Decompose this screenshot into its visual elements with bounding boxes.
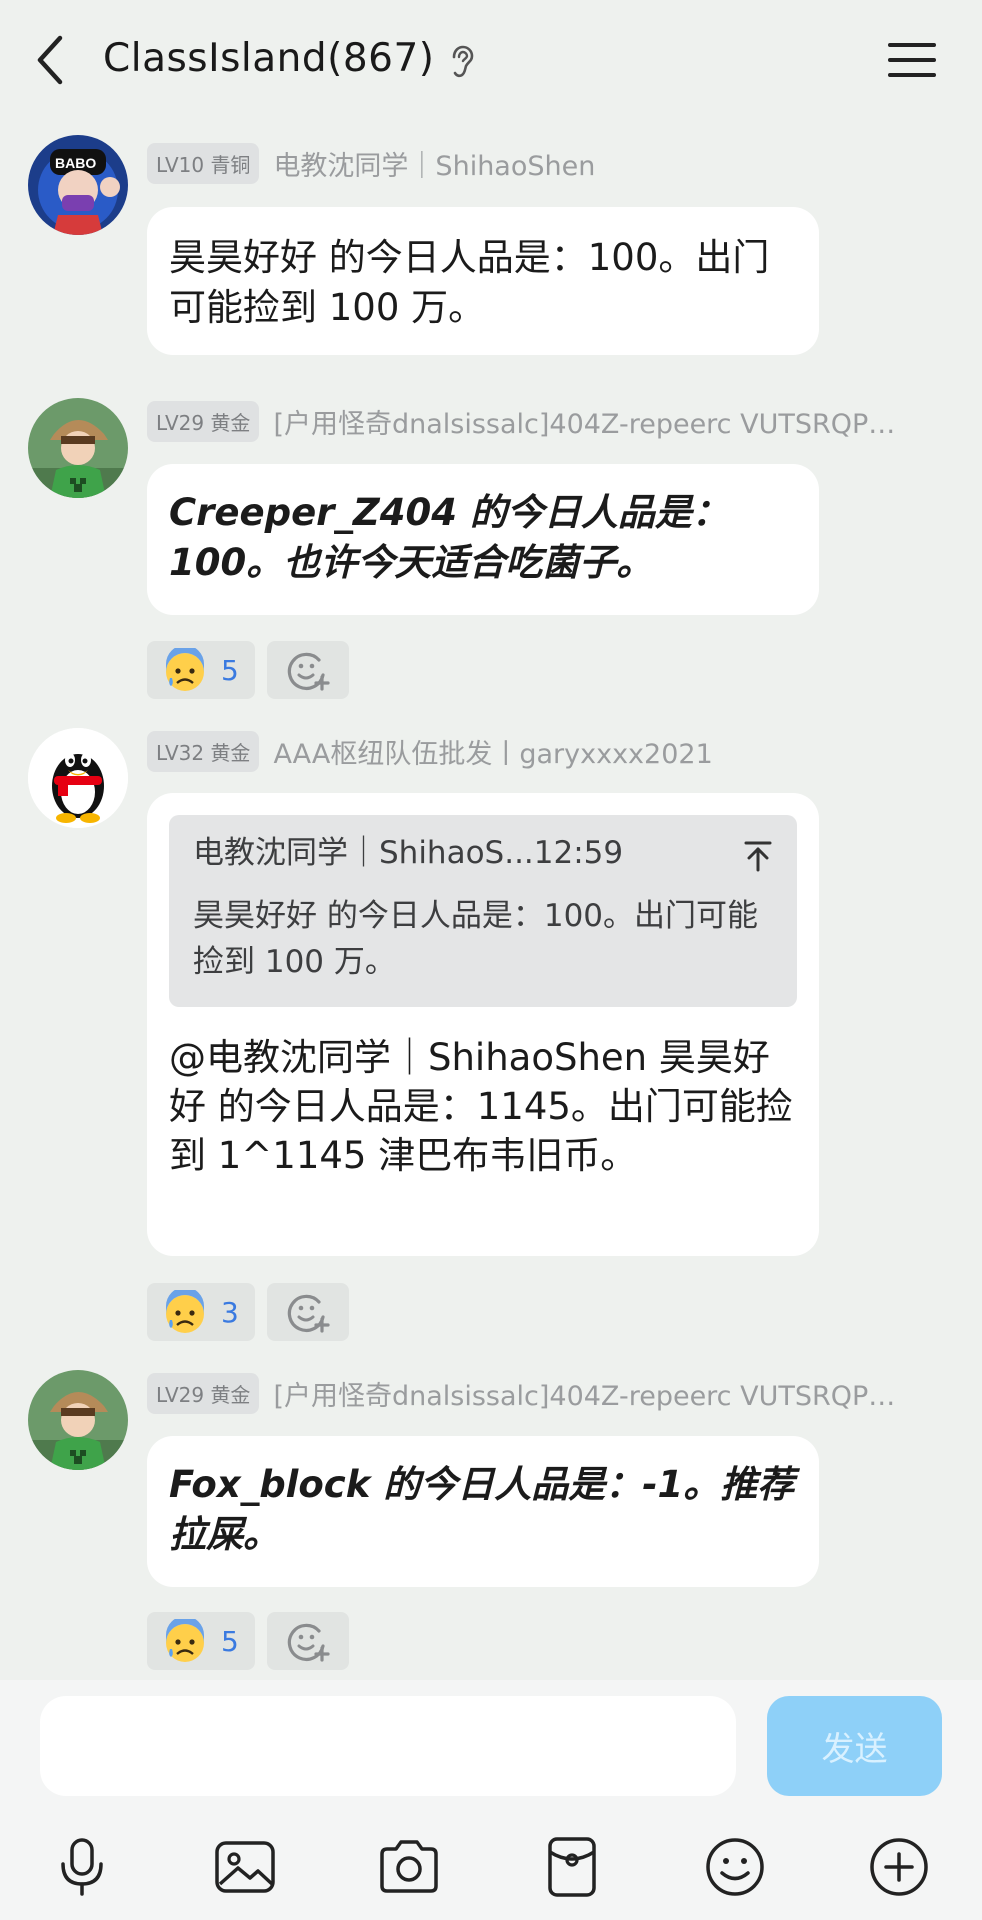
sender-meta: LV29 黄金 [户用怪奇dnalsissalc]404Z-repeerc VU… bbox=[147, 1372, 895, 1414]
reactions: 3 bbox=[147, 1283, 349, 1341]
plus-icon[interactable] bbox=[866, 1834, 932, 1900]
chat-title[interactable]: ClassIsland(867) bbox=[103, 36, 435, 81]
message-bubble[interactable]: Creeper_Z404 的今日人品是：100。也许今天适合吃菌子。 bbox=[147, 464, 819, 615]
level-badge: LV29 黄金 bbox=[147, 1372, 260, 1414]
red-packet-icon[interactable] bbox=[539, 1834, 605, 1900]
avatar[interactable] bbox=[28, 398, 128, 498]
anxious-face-icon bbox=[166, 1290, 204, 1333]
reaction-count: 5 bbox=[221, 1624, 239, 1658]
message-text: 昊昊好好 的今日人品是：100。出门可能捡到 100 万。 bbox=[169, 236, 770, 329]
reactions: 5 bbox=[147, 641, 349, 699]
message-input[interactable] bbox=[40, 1696, 736, 1796]
reaction-pill[interactable]: 5 bbox=[147, 1612, 255, 1670]
emoji-icon[interactable] bbox=[702, 1834, 768, 1900]
sender-name[interactable]: [户用怪奇dnalsissalc]404Z-repeerc VUTSRQP… bbox=[273, 1374, 895, 1413]
image-icon[interactable] bbox=[212, 1834, 278, 1900]
quote-header: 电教沈同学｜ShihaoS...12:59 bbox=[193, 835, 624, 871]
add-reaction-button[interactable] bbox=[266, 641, 349, 699]
quote-text: 昊昊好好 的今日人品是：100。出门可能捡到 100 万。 bbox=[193, 898, 759, 980]
level-badge: LV32 黄金 bbox=[147, 730, 260, 772]
anxious-face-icon bbox=[166, 648, 204, 691]
menu-icon[interactable] bbox=[888, 40, 936, 80]
input-area: 发送 bbox=[0, 1680, 982, 1812]
level-badge: LV29 黄金 bbox=[147, 400, 260, 442]
anxious-face-icon bbox=[166, 1619, 204, 1662]
microphone-icon[interactable] bbox=[49, 1834, 115, 1900]
add-reaction-icon bbox=[287, 1294, 330, 1333]
reaction-pill[interactable]: 5 bbox=[147, 641, 255, 699]
reaction-count: 5 bbox=[221, 653, 239, 687]
message-bubble[interactable]: Fox_block 的今日人品是：-1。推荐拉屎。 bbox=[147, 1436, 819, 1587]
sender-meta: LV29 黄金 [户用怪奇dnalsissalc]404Z-repeerc VU… bbox=[147, 400, 895, 442]
sender-meta: LV32 黄金 AAA枢纽队伍批发丨garyxxxx2021 bbox=[147, 730, 713, 772]
reaction-pill[interactable]: 3 bbox=[147, 1283, 255, 1341]
chevron-left-icon[interactable] bbox=[30, 30, 76, 90]
input-toolbar bbox=[0, 1812, 982, 1920]
ear-icon bbox=[452, 45, 474, 78]
avatar[interactable] bbox=[28, 728, 128, 828]
message-text: Creeper_Z404 的今日人品是：100。也许今天适合吃菌子。 bbox=[169, 491, 729, 584]
chat-header: ClassIsland(867) bbox=[0, 0, 982, 125]
avatar[interactable]: BABO bbox=[28, 135, 128, 235]
add-reaction-icon bbox=[287, 1623, 330, 1662]
sender-name[interactable]: [户用怪奇dnalsissalc]404Z-repeerc VUTSRQP… bbox=[273, 402, 895, 441]
jump-to-original-icon[interactable] bbox=[741, 839, 775, 873]
message-text: @电教沈同学｜ShihaoShen 昊昊好好 的今日人品是：1145。出门可能捡… bbox=[169, 1036, 793, 1177]
message-bubble[interactable]: 昊昊好好 的今日人品是：100。出门可能捡到 100 万。 bbox=[147, 207, 819, 355]
message-bubble[interactable]: 电教沈同学｜ShihaoS...12:59 昊昊好好 的今日人品是：100。出门… bbox=[147, 793, 819, 1256]
send-button[interactable]: 发送 bbox=[767, 1696, 942, 1796]
avatar[interactable] bbox=[28, 1370, 128, 1470]
add-reaction-icon bbox=[287, 652, 330, 691]
add-reaction-button[interactable] bbox=[266, 1612, 349, 1670]
svg-text:BABO: BABO bbox=[55, 155, 96, 171]
sender-name[interactable]: AAA枢纽队伍批发丨garyxxxx2021 bbox=[273, 732, 712, 771]
quoted-message[interactable]: 电教沈同学｜ShihaoS...12:59 昊昊好好 的今日人品是：100。出门… bbox=[169, 815, 797, 1007]
sender-meta: LV10 青铜 电教沈同学｜ShihaoShen bbox=[147, 142, 595, 184]
add-reaction-button[interactable] bbox=[266, 1283, 349, 1341]
sender-name[interactable]: 电教沈同学｜ShihaoShen bbox=[273, 144, 595, 183]
level-badge: LV10 青铜 bbox=[147, 142, 260, 184]
camera-icon[interactable] bbox=[376, 1834, 442, 1900]
message-text: Fox_block 的今日人品是：-1。推荐拉屎。 bbox=[169, 1463, 795, 1556]
reaction-count: 3 bbox=[221, 1295, 239, 1329]
reactions: 5 bbox=[147, 1612, 349, 1670]
